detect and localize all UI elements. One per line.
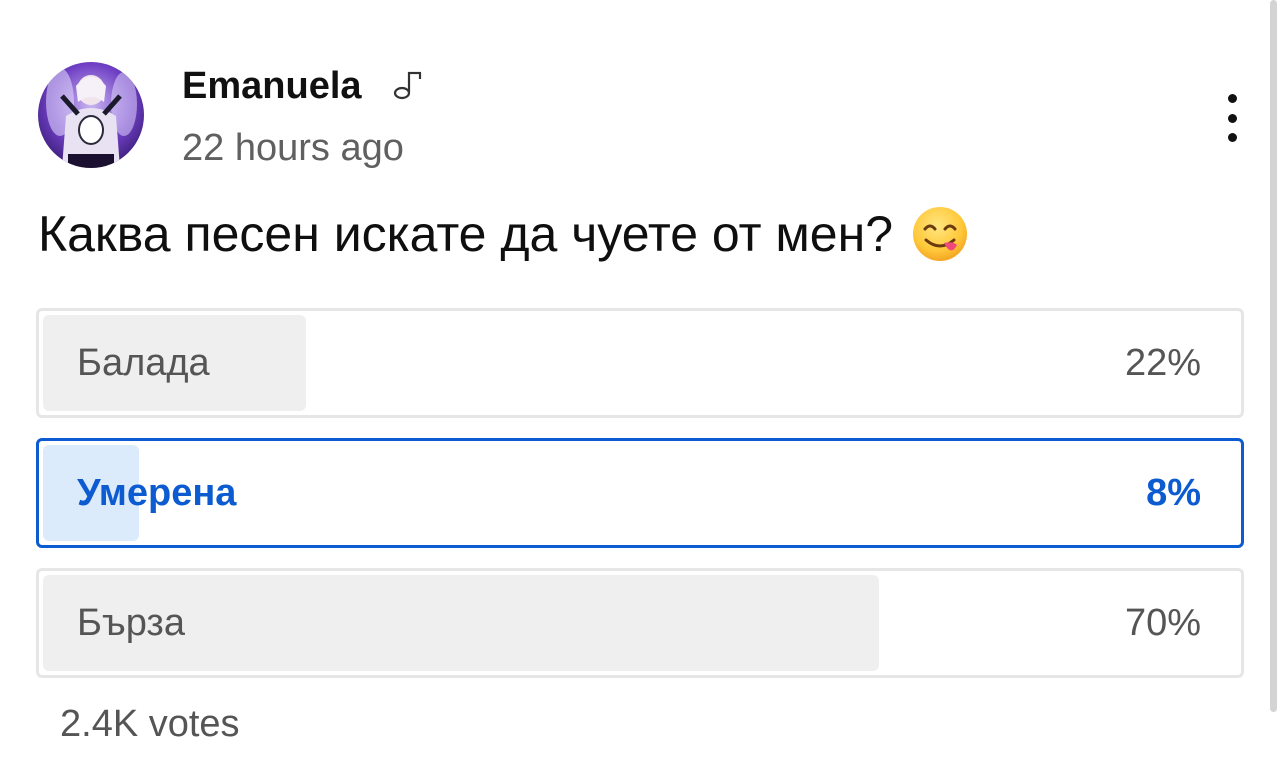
more-vertical-icon[interactable] [1214, 90, 1250, 146]
menu-dot [1227, 113, 1237, 123]
poll-option-percent: 8% [1146, 471, 1201, 514]
post-header: Emanuela 22 hours ago [38, 62, 1248, 172]
yum-face-emoji-icon [913, 207, 968, 261]
poll-option-barza[interactable]: Бърза 70% [36, 568, 1244, 678]
avatar[interactable] [38, 62, 144, 168]
post-timestamp: 22 hours ago [182, 127, 404, 169]
poll-question-text: Каква песен искате да чуете от мен? [38, 206, 894, 262]
poll-question: Каква песен искате да чуете от мен? [38, 204, 969, 264]
poll-options: Балада 22% Умерена 8% Бърза 70% [36, 308, 1244, 698]
community-post: Emanuela 22 hours ago Каква песен искате… [0, 0, 1280, 780]
poll-option-umerena[interactable]: Умерена 8% [36, 438, 1244, 548]
poll-option-label: Балада [77, 341, 210, 384]
poll-option-label: Бърза [77, 601, 185, 644]
vote-count: 2.4K votes [60, 703, 240, 745]
poll-option-label: Умерена [77, 471, 237, 514]
scrollbar[interactable] [1270, 0, 1277, 712]
author-name[interactable]: Emanuela [182, 64, 362, 108]
menu-dot [1227, 133, 1237, 142]
avatar-image [38, 62, 144, 168]
music-note-icon [393, 71, 422, 100]
poll-option-percent: 22% [1124, 341, 1201, 384]
poll-option-percent: 70% [1124, 601, 1201, 644]
menu-dot [1227, 94, 1237, 103]
poll-option-balada[interactable]: Балада 22% [36, 308, 1244, 418]
